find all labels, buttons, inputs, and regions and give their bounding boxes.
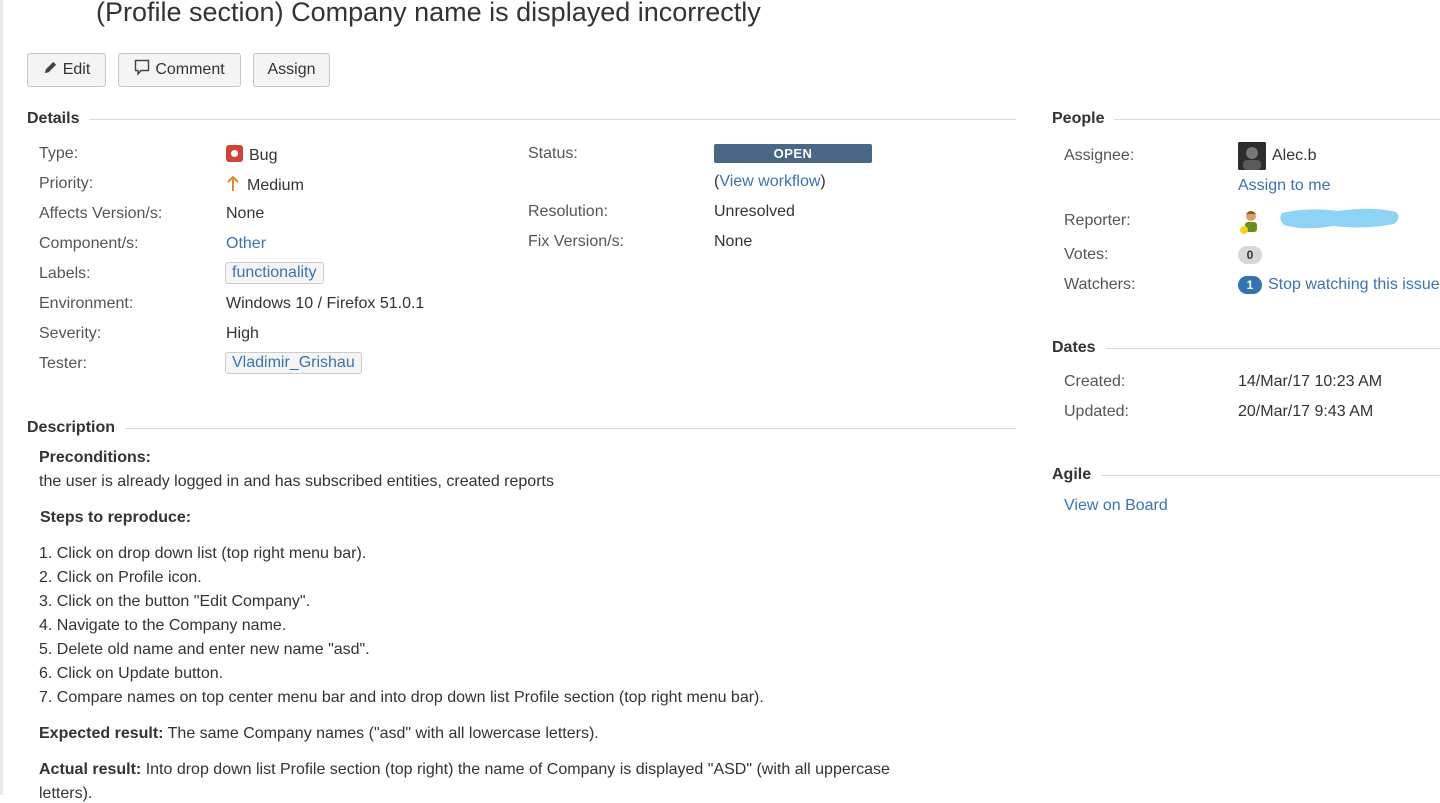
details-divider xyxy=(89,118,1016,120)
view-on-board-link[interactable]: View on Board xyxy=(1064,497,1168,515)
tester-tag[interactable]: Vladimir_Grishau xyxy=(225,352,362,374)
assign-button[interactable]: Assign xyxy=(253,53,330,87)
workflow-paren-close: ) xyxy=(820,173,826,190)
environment-label: Environment: xyxy=(39,295,134,312)
votes-count-badge[interactable]: 0 xyxy=(1238,246,1262,264)
watchers-count-badge[interactable]: 1 xyxy=(1238,276,1262,294)
pencil-icon xyxy=(43,60,58,80)
details-heading-text: Details xyxy=(27,110,80,127)
priority-label: Priority: xyxy=(39,175,94,192)
environment-value: Windows 10 / Firefox 51.0.1 xyxy=(226,295,425,312)
status-lozenge: OPEN xyxy=(714,144,872,163)
redacted-reporter-name xyxy=(1280,208,1399,229)
created-label: Created: xyxy=(1064,373,1126,390)
list-item: 5. Delete old name and enter new name "a… xyxy=(39,641,370,658)
description-heading-text: Description xyxy=(27,419,116,436)
created-value: 14/Mar/17 10:23 AM xyxy=(1238,373,1383,390)
assignee-name: Alec.b xyxy=(1272,147,1317,164)
reporter-avatar[interactable] xyxy=(1238,207,1266,235)
actual-result: Actual result: Into drop down list Profi… xyxy=(39,761,890,779)
watchers-label: Watchers: xyxy=(1064,276,1136,293)
edit-button[interactable]: Edit xyxy=(27,53,106,87)
description-divider xyxy=(125,427,1016,429)
details-heading: Details xyxy=(27,110,1016,128)
people-divider xyxy=(1114,118,1440,120)
assign-to-me-link[interactable]: Assign to me xyxy=(1238,177,1330,195)
expected-result-text: The same Company names ("asd" with all l… xyxy=(163,725,599,742)
agile-heading: Agile xyxy=(1052,466,1440,484)
assignee-label: Assignee: xyxy=(1064,147,1135,164)
comment-button-label: Comment xyxy=(155,61,225,78)
comment-button[interactable]: Comment xyxy=(118,53,241,87)
comment-icon xyxy=(134,59,150,81)
resolution-label: Resolution: xyxy=(528,203,609,220)
left-border xyxy=(0,0,3,795)
agile-heading-text: Agile xyxy=(1052,466,1092,483)
reporter-label: Reporter: xyxy=(1064,212,1131,229)
preconditions-label: Preconditions: xyxy=(39,449,152,466)
type-value: Bug xyxy=(226,145,277,167)
fix-version-value: None xyxy=(714,233,753,250)
severity-label: Severity: xyxy=(39,325,102,342)
dates-heading-text: Dates xyxy=(1052,339,1096,356)
status-label: Status: xyxy=(528,145,578,162)
updated-value: 20/Mar/17 9:43 AM xyxy=(1238,403,1374,420)
updated-label: Updated: xyxy=(1064,403,1129,420)
priority-value: Medium xyxy=(226,175,304,197)
fix-version-label: Fix Version/s: xyxy=(528,233,625,250)
votes-label: Votes: xyxy=(1064,246,1109,263)
actual-result-label: Actual result: xyxy=(39,761,142,778)
edit-button-label: Edit xyxy=(62,61,91,78)
preconditions-text: the user is already logged in and has su… xyxy=(39,473,554,490)
dates-divider xyxy=(1105,347,1440,349)
expected-result: Expected result: The same Company names … xyxy=(39,725,599,743)
actual-result-text: Into drop down list Profile section (top… xyxy=(141,761,890,778)
severity-value: High xyxy=(226,325,259,342)
arrow-up-icon xyxy=(226,175,240,197)
people-heading: People xyxy=(1052,110,1440,128)
assignee-avatar[interactable] xyxy=(1238,142,1266,170)
list-item: 3. Click on the button "Edit Company". xyxy=(39,593,311,610)
label-tag-functionality[interactable]: functionality xyxy=(225,262,324,284)
priority-value-text: Medium xyxy=(247,177,304,194)
dates-heading: Dates xyxy=(1052,339,1440,357)
list-item: 7. Compare names on top center menu bar … xyxy=(39,689,764,706)
assign-button-label: Assign xyxy=(267,61,316,78)
component-link[interactable]: Other xyxy=(226,235,266,253)
tester-label: Tester: xyxy=(39,355,88,372)
affects-version-label: Affects Version/s: xyxy=(39,205,163,222)
bug-icon xyxy=(226,145,243,167)
labels-label: Labels: xyxy=(39,265,91,282)
resolution-value: Unresolved xyxy=(714,203,795,220)
steps-label: Steps to reproduce: xyxy=(40,509,192,526)
page-title: (Profile section) Company name is displa… xyxy=(96,0,761,27)
agile-divider xyxy=(1101,474,1440,476)
component-label: Component/s: xyxy=(39,235,139,252)
people-heading-text: People xyxy=(1052,110,1105,127)
affects-version-value: None xyxy=(226,205,265,222)
workflow-line: (View workflow) xyxy=(714,173,826,191)
list-item: 4. Navigate to the Company name. xyxy=(39,617,287,634)
list-item: 6. Click on Update button. xyxy=(39,665,224,682)
type-label: Type: xyxy=(39,145,79,162)
list-item: 2. Click on Profile icon. xyxy=(39,569,202,586)
expected-result-label: Expected result: xyxy=(39,725,164,742)
actual-result-continued: letters). xyxy=(39,785,93,802)
type-value-text: Bug xyxy=(249,147,278,164)
view-workflow-link[interactable]: View workflow xyxy=(719,173,820,190)
description-heading: Description xyxy=(27,419,1016,437)
stop-watching-link[interactable]: Stop watching this issue xyxy=(1268,276,1440,294)
list-item: 1. Click on drop down list (top right me… xyxy=(39,545,367,562)
